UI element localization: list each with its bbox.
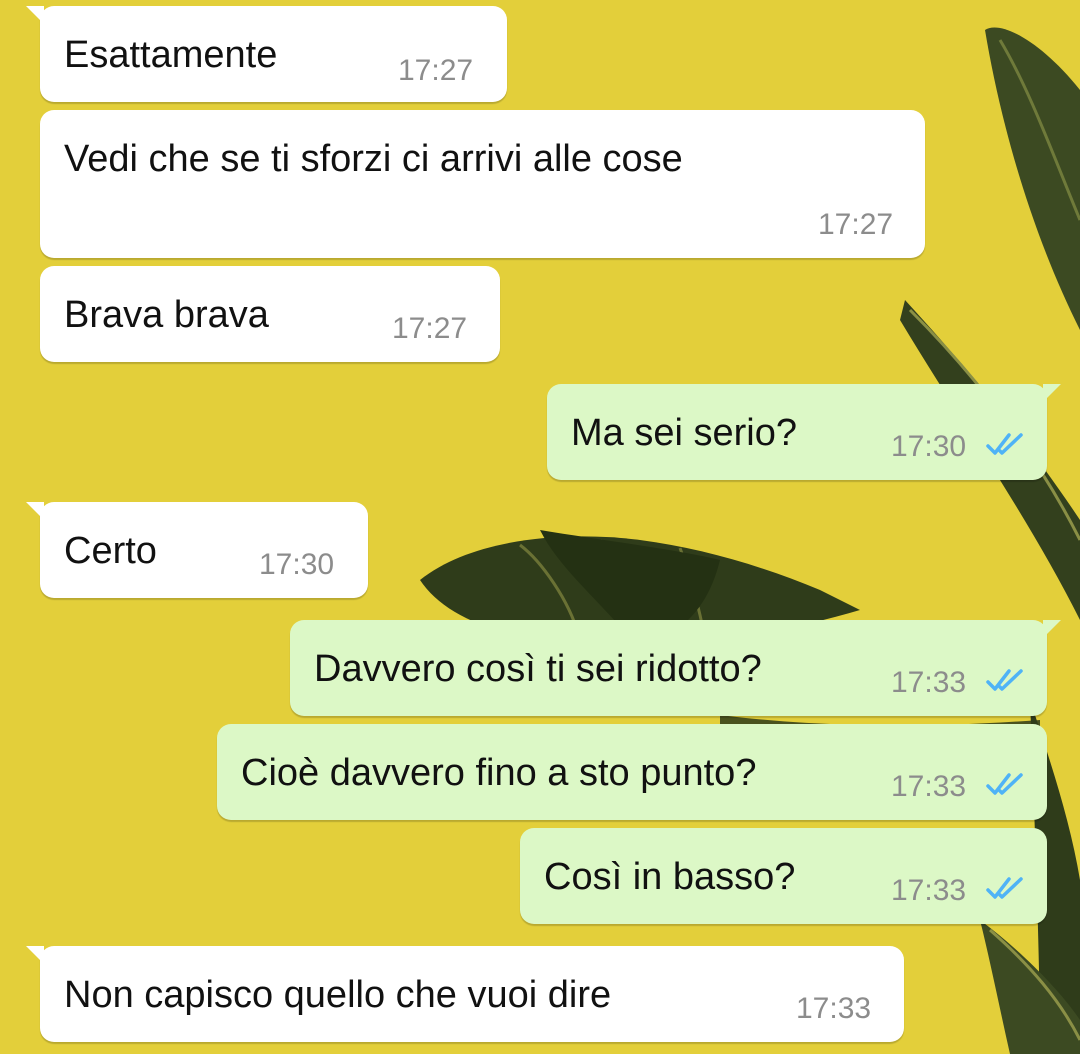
message-text: Cioè davvero fino a sto punto? (241, 752, 757, 794)
message-timestamp: 17:30 (891, 430, 967, 463)
bubble-tail (26, 502, 44, 520)
message-timestamp: 17:27 (392, 312, 468, 345)
message-timestamp: 17:33 (891, 770, 967, 803)
incoming-message-bubble[interactable]: Esattamente 17:27 (26, 6, 507, 102)
outgoing-message-bubble[interactable]: Così in basso? 17:33 (520, 828, 1047, 924)
read-receipt-double-check-icon (986, 669, 1023, 691)
outgoing-message-bubble[interactable]: Davvero così ti sei ridotto? 17:33 (290, 620, 1061, 716)
bubble-tail (26, 6, 44, 24)
outgoing-message-bubble[interactable]: Cioè davvero fino a sto punto? 17:33 (217, 724, 1047, 820)
message-timestamp: 17:27 (818, 208, 894, 241)
incoming-message-bubble[interactable]: Vedi che se ti sforzi ci arrivi alle cos… (40, 110, 925, 258)
message-timestamp: 17:30 (259, 548, 335, 581)
incoming-message-bubble[interactable]: Certo 17:30 (26, 502, 368, 598)
read-receipt-double-check-icon (986, 877, 1023, 899)
message-text: Esattamente (64, 34, 278, 76)
message-text: Così in basso? (544, 856, 796, 898)
message-text: Non capisco quello che vuoi dire (64, 974, 612, 1016)
read-receipt-double-check-icon (986, 433, 1023, 455)
message-timestamp: 17:27 (398, 54, 474, 87)
bubble-tail (1043, 384, 1061, 402)
message-text: Brava brava (64, 294, 269, 336)
bubble-tail (26, 946, 44, 964)
message-timestamp: 17:33 (796, 992, 872, 1025)
message-timestamp: 17:33 (891, 666, 967, 699)
incoming-message-bubble[interactable]: Non capisco quello che vuoi dire 17:33 (26, 946, 904, 1042)
bubble-tail (1043, 620, 1061, 638)
message-text: Vedi che se ti sforzi ci arrivi alle cos… (64, 138, 683, 180)
incoming-message-bubble[interactable]: Brava brava 17:27 (40, 266, 500, 362)
message-text: Ma sei serio? (571, 412, 797, 454)
read-receipt-double-check-icon (986, 773, 1023, 795)
message-text: Davvero così ti sei ridotto? (314, 648, 762, 690)
outgoing-message-bubble[interactable]: Ma sei serio? 17:30 (547, 384, 1061, 480)
message-timestamp: 17:33 (891, 874, 967, 907)
message-text: Certo (64, 530, 157, 572)
